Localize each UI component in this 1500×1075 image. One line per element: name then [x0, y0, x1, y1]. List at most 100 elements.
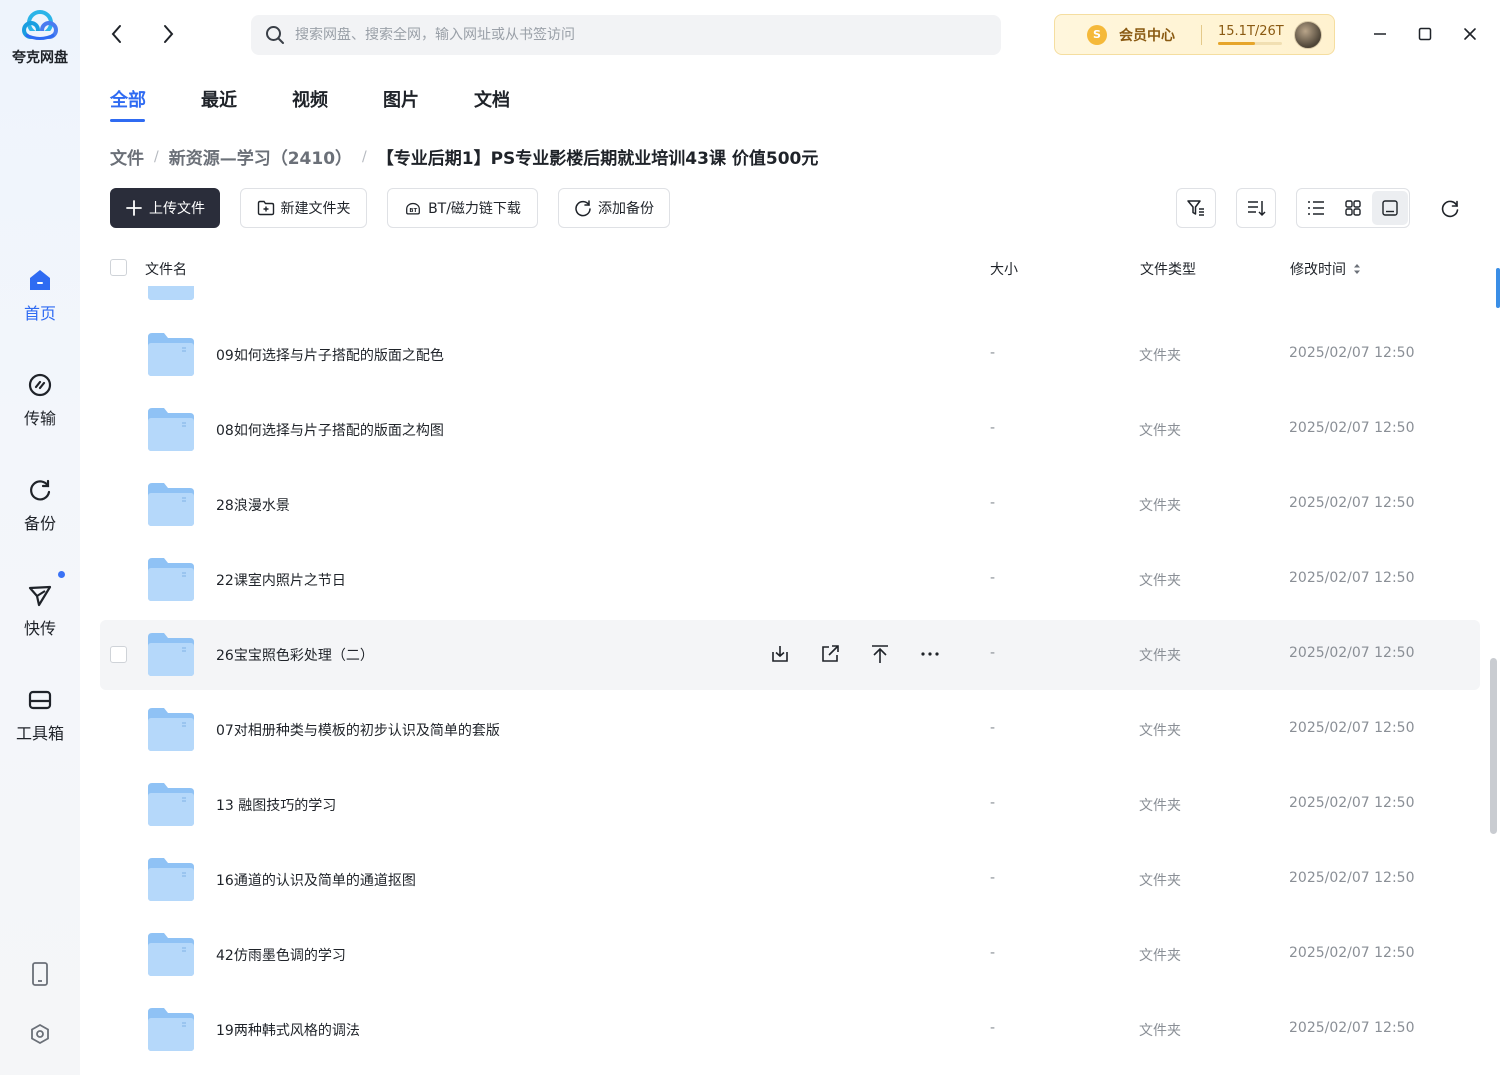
file-name[interactable]: 08如何选择与片子搭配的版面之构图 — [216, 420, 444, 440]
send-icon — [26, 581, 54, 609]
category-tabs: 全部 最近 视频 图片 文档 — [110, 86, 565, 122]
file-name[interactable]: 42仿雨墨色调的学习 — [216, 945, 346, 965]
tab-video[interactable]: 视频 — [292, 86, 328, 122]
tab-document[interactable]: 文档 — [474, 86, 510, 122]
file-name[interactable]: 26宝宝照色彩处理（二） — [216, 645, 374, 665]
file-type: 文件夹 — [1139, 348, 1181, 364]
table-row[interactable]: 07对相册种类与模板的初步认识及简单的套版 - 文件夹 2025/02/07 12:5… — [100, 695, 1480, 765]
folder-icon — [148, 333, 194, 376]
minimize-button[interactable] — [1368, 22, 1392, 46]
file-name[interactable]: 28浪漫水景 — [216, 495, 290, 515]
sidebar-item-label: 工具箱 — [15, 724, 64, 743]
modified-time: 2025/02/07 12:50 — [1289, 945, 1415, 961]
table-row[interactable]: 13 融图技巧的学习 - 文件夹 2025/02/07 12:50 — [100, 770, 1480, 840]
list-view-button[interactable] — [1298, 191, 1334, 225]
phone-icon[interactable] — [26, 960, 54, 988]
more-button[interactable] — [918, 642, 942, 666]
modified-time: 2025/02/07 12:50 — [1289, 345, 1415, 361]
sidebar-item-backup[interactable]: 备份 — [0, 476, 80, 534]
file-type: 文件夹 — [1139, 498, 1181, 514]
upload-button[interactable]: 上传文件 — [110, 188, 220, 228]
svg-text:BT: BT — [409, 208, 417, 214]
vertical-scrollbar-thumb[interactable] — [1490, 658, 1497, 834]
search-input[interactable] — [295, 27, 975, 43]
large-view-icon — [1382, 200, 1398, 216]
vip-center-panel[interactable]: S 会员中心 15.1T/26T — [1054, 14, 1335, 55]
settings-icon[interactable] — [26, 1020, 54, 1048]
move-to-top-button[interactable] — [868, 642, 892, 666]
refresh-button[interactable] — [1430, 188, 1470, 228]
sidebar-item-transfer[interactable]: 传输 — [0, 371, 80, 429]
file-name[interactable]: 09如何选择与片子搭配的版面之配色 — [216, 345, 444, 365]
sidebar-item-label: 快传 — [23, 619, 56, 638]
column-header-modified[interactable]: 修改时间 — [1290, 259, 1362, 279]
share-button[interactable] — [818, 642, 842, 666]
sidebar-item-toolbox[interactable]: 工具箱 — [0, 686, 80, 744]
table-row[interactable]: 09如何选择与片子搭配的版面之配色 - 文件夹 2025/02/07 12:50 — [100, 320, 1480, 390]
app-logo[interactable]: 夸克网盘 — [0, 8, 80, 67]
folder-icon — [148, 483, 194, 526]
vip-divider — [1201, 24, 1202, 45]
sidebar: 夸克网盘 首页 传输 备份 快传 工具箱 — [0, 0, 80, 1075]
storage-bar — [1218, 42, 1282, 45]
grid-view-button[interactable] — [1335, 191, 1371, 225]
select-all-checkbox[interactable] — [110, 259, 127, 276]
add-backup-button[interactable]: 添加备份 — [558, 188, 670, 228]
breadcrumb-root[interactable]: 文件 — [110, 144, 144, 169]
file-type: 文件夹 — [1139, 798, 1181, 814]
close-icon — [1464, 28, 1476, 40]
row-checkbox[interactable] — [110, 646, 127, 663]
file-type: 文件夹 — [1139, 1023, 1181, 1039]
breadcrumb-separator: / — [362, 148, 367, 165]
file-name[interactable]: 07对相册种类与模板的初步认识及简单的套版 — [216, 720, 500, 740]
table-row[interactable]: 08如何选择与片子搭配的版面之构图 - 文件夹 2025/02/07 12:50 — [100, 395, 1480, 465]
close-button[interactable] — [1458, 22, 1482, 46]
filter-button[interactable] — [1176, 188, 1216, 228]
file-name[interactable]: 16通道的认识及简单的通道抠图 — [216, 870, 416, 890]
modified-time: 2025/02/07 12:50 — [1289, 720, 1415, 736]
file-name[interactable]: 19两种韩式风格的调法 — [216, 1020, 360, 1040]
download-button[interactable] — [768, 642, 792, 666]
file-size: - — [990, 795, 996, 811]
column-header-type[interactable]: 文件类型 — [1140, 259, 1196, 279]
search-bar[interactable] — [251, 15, 1001, 55]
breadcrumb-parent[interactable]: 新资源—学习（2410） — [169, 144, 352, 169]
tab-image[interactable]: 图片 — [383, 86, 419, 122]
modified-time: 2025/02/07 12:50 — [1289, 495, 1415, 511]
folder-icon — [148, 408, 194, 451]
large-view-button[interactable] — [1372, 191, 1408, 225]
share-icon — [822, 645, 839, 662]
sidebar-item-home[interactable]: 首页 — [0, 266, 80, 324]
modified-time: 2025/02/07 12:50 — [1289, 795, 1415, 811]
edge-handle[interactable] — [1496, 268, 1500, 308]
modified-time: 2025/02/07 12:50 — [1289, 870, 1415, 886]
table-row[interactable]: 22课室内照片之节日 - 文件夹 2025/02/07 12:50 — [100, 545, 1480, 615]
tab-all[interactable]: 全部 — [110, 86, 146, 122]
vip-center-label[interactable]: 会员中心 — [1119, 25, 1175, 45]
column-header-size[interactable]: 大小 — [990, 259, 1018, 279]
tab-recent[interactable]: 最近 — [201, 86, 237, 122]
table-row[interactable]: 42仿雨墨色调的学习 - 文件夹 2025/02/07 12:50 — [100, 920, 1480, 990]
file-type: 文件夹 — [1139, 423, 1181, 439]
storage-usage[interactable]: 15.1T/26T — [1218, 24, 1284, 45]
table-row[interactable]: 28浪漫水景 - 文件夹 2025/02/07 12:50 — [100, 470, 1480, 540]
table-header: 文件名 大小 文件类型 修改时间 — [100, 250, 1480, 286]
sidebar-item-label: 首页 — [23, 304, 56, 323]
sidebar-item-quick-send[interactable]: 快传 — [0, 571, 80, 639]
search-icon — [266, 26, 284, 44]
back-button[interactable] — [103, 20, 131, 48]
table-row[interactable]: 19两种韩式风格的调法 - 文件夹 2025/02/07 12:50 — [100, 995, 1480, 1065]
sort-button[interactable] — [1236, 188, 1276, 228]
file-name[interactable]: 22课室内照片之节日 — [216, 570, 346, 590]
forward-button[interactable] — [154, 20, 182, 48]
avatar[interactable] — [1293, 20, 1322, 49]
maximize-button[interactable] — [1413, 22, 1437, 46]
file-name[interactable]: 13 融图技巧的学习 — [216, 795, 336, 815]
bt-magnet-download-button[interactable]: BT BT/磁力链下载 — [387, 188, 538, 228]
new-folder-button[interactable]: 新建文件夹 — [240, 188, 367, 228]
folder-icon — [148, 633, 194, 676]
column-header-name[interactable]: 文件名 — [145, 259, 187, 279]
table-row[interactable]: 16通道的认识及简单的通道抠图 - 文件夹 2025/02/07 12:50 — [100, 845, 1480, 915]
toolbox-icon — [26, 686, 54, 714]
table-row[interactable]: 26宝宝照色彩处理（二） - 文件夹 2025/02/07 12:50 — [100, 620, 1480, 690]
